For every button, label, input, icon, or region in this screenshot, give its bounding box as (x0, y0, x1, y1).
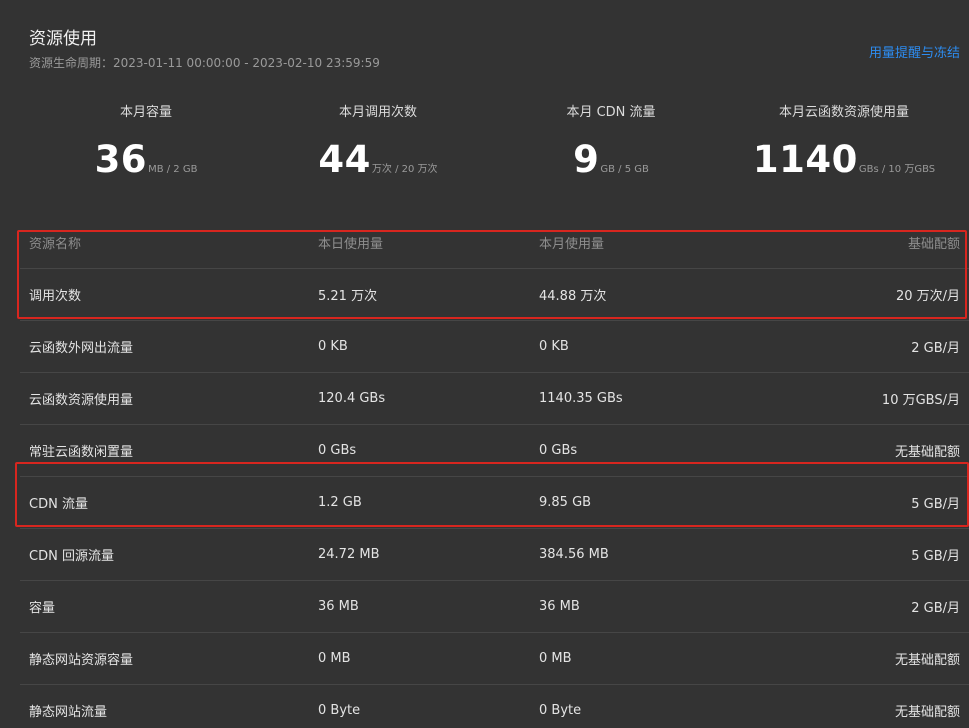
usage-alert-freeze-link[interactable]: 用量提醒与冻结 (869, 42, 960, 61)
quota-cell: 无基础配额 (894, 445, 960, 460)
table-row: CDN 回源流量 24.72 MB 384.56 MB 5 GB/月 (20, 529, 969, 581)
stat-value: 9 (573, 138, 600, 181)
stat-calls: 本月调用次数 44万次 / 20 万次 (258, 104, 498, 181)
today-usage-cell: 0 GBs (318, 443, 357, 458)
stat-function-resource: 本月云函数资源使用量 1140GBs / 10 万GBS (724, 104, 964, 181)
table-row: 容量 36 MB 36 MB 2 GB/月 (20, 581, 969, 633)
stat-label: 本月云函数资源使用量 (778, 105, 909, 120)
stat-cdn-traffic: 本月 CDN 流量 9GB / 5 GB (491, 104, 731, 181)
table-row: CDN 流量 1.2 GB 9.85 GB 5 GB/月 (20, 477, 969, 529)
table-row: 调用次数 5.21 万次 44.88 万次 20 万次/月 (20, 269, 969, 321)
quota-cell: 10 万GBS/月 (881, 393, 960, 408)
stat-value: 44 (318, 138, 371, 181)
stat-value: 1140 (752, 138, 858, 181)
today-usage-cell: 0 KB (318, 339, 348, 354)
quota-cell: 20 万次/月 (895, 289, 960, 304)
quota-cell: 2 GB/月 (911, 341, 960, 356)
quota-cell: 5 GB/月 (911, 497, 960, 512)
stat-label: 本月 CDN 流量 (566, 105, 656, 120)
stat-unit: GBs / 10 万GBS (858, 164, 936, 175)
column-header-month: 本月使用量 (539, 237, 605, 252)
resource-name-cell: 云函数资源使用量 (29, 393, 134, 408)
month-usage-cell: 384.56 MB (539, 547, 609, 562)
resource-name-cell: 调用次数 (29, 289, 82, 304)
table-row: 常驻云函数闲置量 0 GBs 0 GBs 无基础配额 (20, 425, 969, 477)
quota-cell: 无基础配额 (894, 705, 960, 720)
table-row: 静态网站资源容量 0 MB 0 MB 无基础配额 (20, 633, 969, 685)
column-header-today: 本日使用量 (318, 237, 384, 252)
table-row: 云函数外网出流量 0 KB 0 KB 2 GB/月 (20, 321, 969, 373)
resource-name-cell: CDN 回源流量 (29, 549, 114, 564)
today-usage-cell: 36 MB (318, 599, 359, 614)
month-usage-cell: 36 MB (539, 599, 580, 614)
resource-name-cell: 静态网站流量 (29, 705, 108, 720)
resource-name-cell: CDN 流量 (29, 497, 88, 512)
today-usage-cell: 0 MB (318, 651, 351, 666)
table-header-row: 资源名称 本日使用量 本月使用量 基础配额 (20, 217, 969, 269)
resource-name-cell: 云函数外网出流量 (29, 341, 134, 356)
resource-name-cell: 容量 (29, 601, 56, 616)
today-usage-cell: 5.21 万次 (318, 289, 378, 304)
stat-unit: MB / 2 GB (148, 164, 198, 175)
month-usage-cell: 0 MB (539, 651, 572, 666)
column-header-name: 资源名称 (29, 237, 82, 252)
today-usage-cell: 0 Byte (318, 703, 361, 718)
resource-lifecycle: 资源生命周期：2023-01-11 00:00:00 - 2023-02-10 … (29, 56, 380, 70)
table-row: 云函数资源使用量 120.4 GBs 1140.35 GBs 10 万GBS/月 (20, 373, 969, 425)
table-row: 静态网站流量 0 Byte 0 Byte 无基础配额 (20, 685, 969, 728)
stat-value: 36 (94, 138, 148, 181)
month-usage-cell: 0 GBs (539, 443, 578, 458)
page-title: 资源使用 (29, 29, 97, 49)
column-header-quota: 基础配额 (907, 237, 960, 252)
month-usage-cell: 0 Byte (539, 703, 582, 718)
stat-unit: 万次 / 20 万次 (371, 164, 438, 175)
month-usage-cell: 0 KB (539, 339, 569, 354)
today-usage-cell: 1.2 GB (318, 495, 362, 510)
month-usage-cell: 1140.35 GBs (539, 391, 623, 406)
quota-cell: 2 GB/月 (911, 601, 960, 616)
table-body: 调用次数 5.21 万次 44.88 万次 20 万次/月云函数外网出流量 0 KB 0 … (20, 269, 969, 728)
stat-capacity: 本月容量 36MB / 2 GB (26, 104, 266, 181)
month-usage-cell: 9.85 GB (539, 495, 592, 510)
resource-name-cell: 静态网站资源容量 (29, 653, 134, 668)
resource-table: 资源名称 本日使用量 本月使用量 基础配额 调用次数 5.21 万次 44.88 万… (20, 217, 969, 728)
today-usage-cell: 24.72 MB (318, 547, 380, 562)
quota-cell: 5 GB/月 (911, 549, 960, 564)
monthly-stats: 本月容量 36MB / 2 GB 本月调用次数 44万次 / 20 万次 本月 … (0, 104, 969, 184)
resource-name-cell: 常驻云函数闲置量 (29, 445, 134, 460)
stat-unit: GB / 5 GB (600, 164, 649, 175)
stat-label: 本月容量 (119, 105, 172, 120)
stat-label: 本月调用次数 (338, 105, 417, 120)
quota-cell: 无基础配额 (894, 653, 960, 668)
page-header: 资源使用 资源生命周期：2023-01-11 00:00:00 - 2023-0… (29, 28, 960, 78)
today-usage-cell: 120.4 GBs (318, 391, 386, 406)
month-usage-cell: 44.88 万次 (539, 289, 607, 304)
